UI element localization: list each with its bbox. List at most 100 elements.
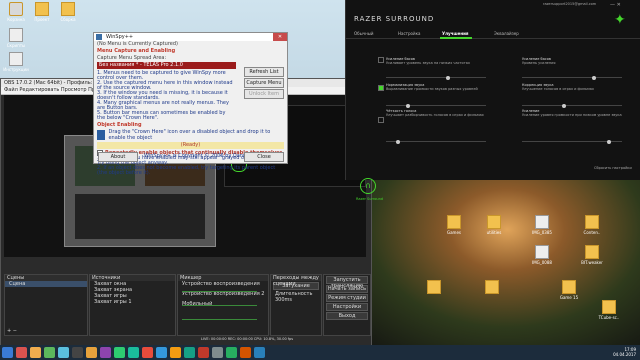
scene-item[interactable]: Сцена <box>5 281 87 287</box>
mixer-panel: Микшер Устройство воспроизведения Устрой… <box>177 274 269 336</box>
slider-knob[interactable] <box>562 103 566 108</box>
desktop-icon[interactable]: Проект <box>28 2 56 22</box>
desktop-icon[interactable]: IMG_0385 <box>528 215 556 235</box>
taskbar-app-icon[interactable] <box>16 347 27 358</box>
bass-slider[interactable] <box>386 75 486 80</box>
bass-boost-checkbox[interactable] <box>378 57 384 63</box>
close-icon[interactable]: ✕ <box>273 33 287 41</box>
slider-knob[interactable] <box>406 103 410 108</box>
crosshair-icon[interactable] <box>97 130 106 140</box>
volume-meter[interactable] <box>182 319 257 320</box>
account-email[interactable]: razersupport2015@gmail.com <box>543 2 596 6</box>
start-button[interactable] <box>2 347 13 358</box>
exit-button[interactable]: Выход <box>326 312 368 320</box>
tab-enhancements[interactable]: Улучшения <box>442 31 468 36</box>
normalization-checkbox[interactable] <box>378 85 384 91</box>
tab-settings[interactable]: Настройка <box>398 31 420 36</box>
source-item[interactable]: Захват игры 1 <box>90 299 175 305</box>
duration-row: Длительность 300ms <box>271 291 321 303</box>
refresh-list-button[interactable]: Refresh List <box>244 67 284 77</box>
transitions-panel: Переходы между сценами Затухание Длитель… <box>270 274 322 336</box>
mixer-device: Устройство воспроизведения <box>182 281 260 287</box>
enhancement-desc: Улучшение голосов в играх и фильмах <box>522 87 594 91</box>
taskbar-app-icon[interactable] <box>114 347 125 358</box>
enhancement-desc: Усиливает уровень звука на низких частот… <box>386 61 470 65</box>
voice-clarity-checkbox[interactable] <box>378 117 384 123</box>
duration-input[interactable]: 300ms <box>275 297 292 303</box>
system-clock[interactable]: 17:09 04.04.2017 <box>613 347 636 357</box>
taskbar-app-icon[interactable] <box>184 347 195 358</box>
taskbar-app-icon[interactable] <box>254 347 265 358</box>
razer-title: RAZER SURROUND <box>354 15 435 23</box>
slider-knob[interactable] <box>607 139 611 144</box>
slider-knob[interactable] <box>446 75 450 80</box>
folder-icon <box>585 215 599 229</box>
object-hint: Drag the "Crown Here" icon over a disabl… <box>108 129 271 141</box>
volume-meter[interactable] <box>182 291 257 292</box>
studio-mode-button[interactable]: Режим студии <box>326 294 368 302</box>
close-button[interactable]: Close <box>244 152 284 162</box>
start-recording-button[interactable]: Начать запись <box>326 285 368 293</box>
reset-settings-link[interactable]: Сбросить настройки <box>594 166 632 170</box>
enhancement-list-left: Усиление басов Усиливает уровень звука н… <box>378 57 496 144</box>
about-button[interactable]: About <box>98 152 138 162</box>
volume-meter[interactable] <box>182 305 257 306</box>
enhancement-list-right: Усиление басов Уровень усиления Коррекци… <box>522 57 632 144</box>
taskbar-app-icon[interactable] <box>128 347 139 358</box>
add-scene-button[interactable]: + − <box>7 328 17 334</box>
voice-slider[interactable] <box>386 139 486 144</box>
folder-icon <box>485 280 499 294</box>
slider-knob[interactable] <box>592 75 596 80</box>
desktop-icon[interactable]: Корзина <box>2 2 30 22</box>
settings-button[interactable]: Настройки <box>326 303 368 311</box>
bass-level-slider[interactable] <box>522 75 622 80</box>
taskbar-app-icon[interactable] <box>226 347 237 358</box>
folder-icon <box>447 215 461 229</box>
taskbar-app-icon[interactable] <box>44 347 55 358</box>
obs-status-bar: LIVE: 00:00:00 REC: 00:00:00 CPU: 10.8%,… <box>201 337 294 341</box>
desktop-icon[interactable]: TCube-sc.. <box>595 300 623 320</box>
desktop-icon[interactable]: BIT.weaker <box>578 245 606 265</box>
folder-icon[interactable] <box>30 347 41 358</box>
clock-date: 04.04.2017 <box>613 352 636 357</box>
obs-taskbar-icon[interactable] <box>72 347 83 358</box>
image-file-icon <box>535 245 549 259</box>
start-streaming-button[interactable]: Запустить трансляцию <box>326 276 368 289</box>
slider-knob[interactable] <box>396 139 400 144</box>
taskbar-app-icon[interactable] <box>156 347 167 358</box>
taskbar-app-icon[interactable] <box>142 347 153 358</box>
desktop-icon[interactable]: Сборка <box>54 2 82 22</box>
desktop-icon[interactable]: IMG_0088 <box>528 245 556 265</box>
desktop-icon[interactable] <box>420 280 448 295</box>
desktop-icon[interactable]: utilities <box>480 215 508 235</box>
tab-normal[interactable]: Обычный <box>354 31 374 36</box>
taskbar-app-icon[interactable] <box>100 347 111 358</box>
taskbar-app-icon[interactable] <box>86 347 97 358</box>
taskbar-app-icon[interactable] <box>58 347 69 358</box>
window-controls[interactable]: — ✕ <box>610 2 621 8</box>
boost-slider[interactable] <box>522 139 622 144</box>
taskbar-app-icon[interactable] <box>240 347 251 358</box>
taskbar-app-icon[interactable] <box>170 347 181 358</box>
desktop-icon[interactable]: Game 15 <box>555 280 583 300</box>
desktop-icon[interactable]: Инструкции <box>2 52 30 72</box>
correction-slider[interactable] <box>522 103 622 108</box>
folder-icon <box>602 300 616 314</box>
winspy-title: WinSpy++ <box>106 34 134 40</box>
desktop-icon[interactable]: Скрипты <box>2 28 30 48</box>
taskbar: 17:09 04.04.2017 <box>0 345 640 360</box>
normalization-slider[interactable] <box>386 103 486 108</box>
controls-panel: Запустить трансляцию Начать запись Режим… <box>323 274 371 336</box>
window-select[interactable]: Без названия * - TELAS Pro 2.1.0 <box>97 62 236 69</box>
razer-surround-window: RAZER SURROUND razersupport2015@gmail.co… <box>345 0 640 201</box>
desktop-icon[interactable]: Conten.. <box>578 215 606 235</box>
tab-equalizer[interactable]: Эквалайзер <box>494 31 519 36</box>
capture-menu-button[interactable]: Capture Menu <box>244 78 284 88</box>
desktop-icon[interactable]: Games <box>440 215 468 235</box>
taskbar-app-icon[interactable] <box>198 347 209 358</box>
taskbar-app-icon[interactable] <box>212 347 223 358</box>
notice-line: 2. If an object does not become enabled,… <box>97 165 276 176</box>
unlock-item-button[interactable]: Unlock Item <box>244 89 284 99</box>
desktop-icon[interactable] <box>478 280 506 295</box>
folder-icon <box>427 280 441 294</box>
